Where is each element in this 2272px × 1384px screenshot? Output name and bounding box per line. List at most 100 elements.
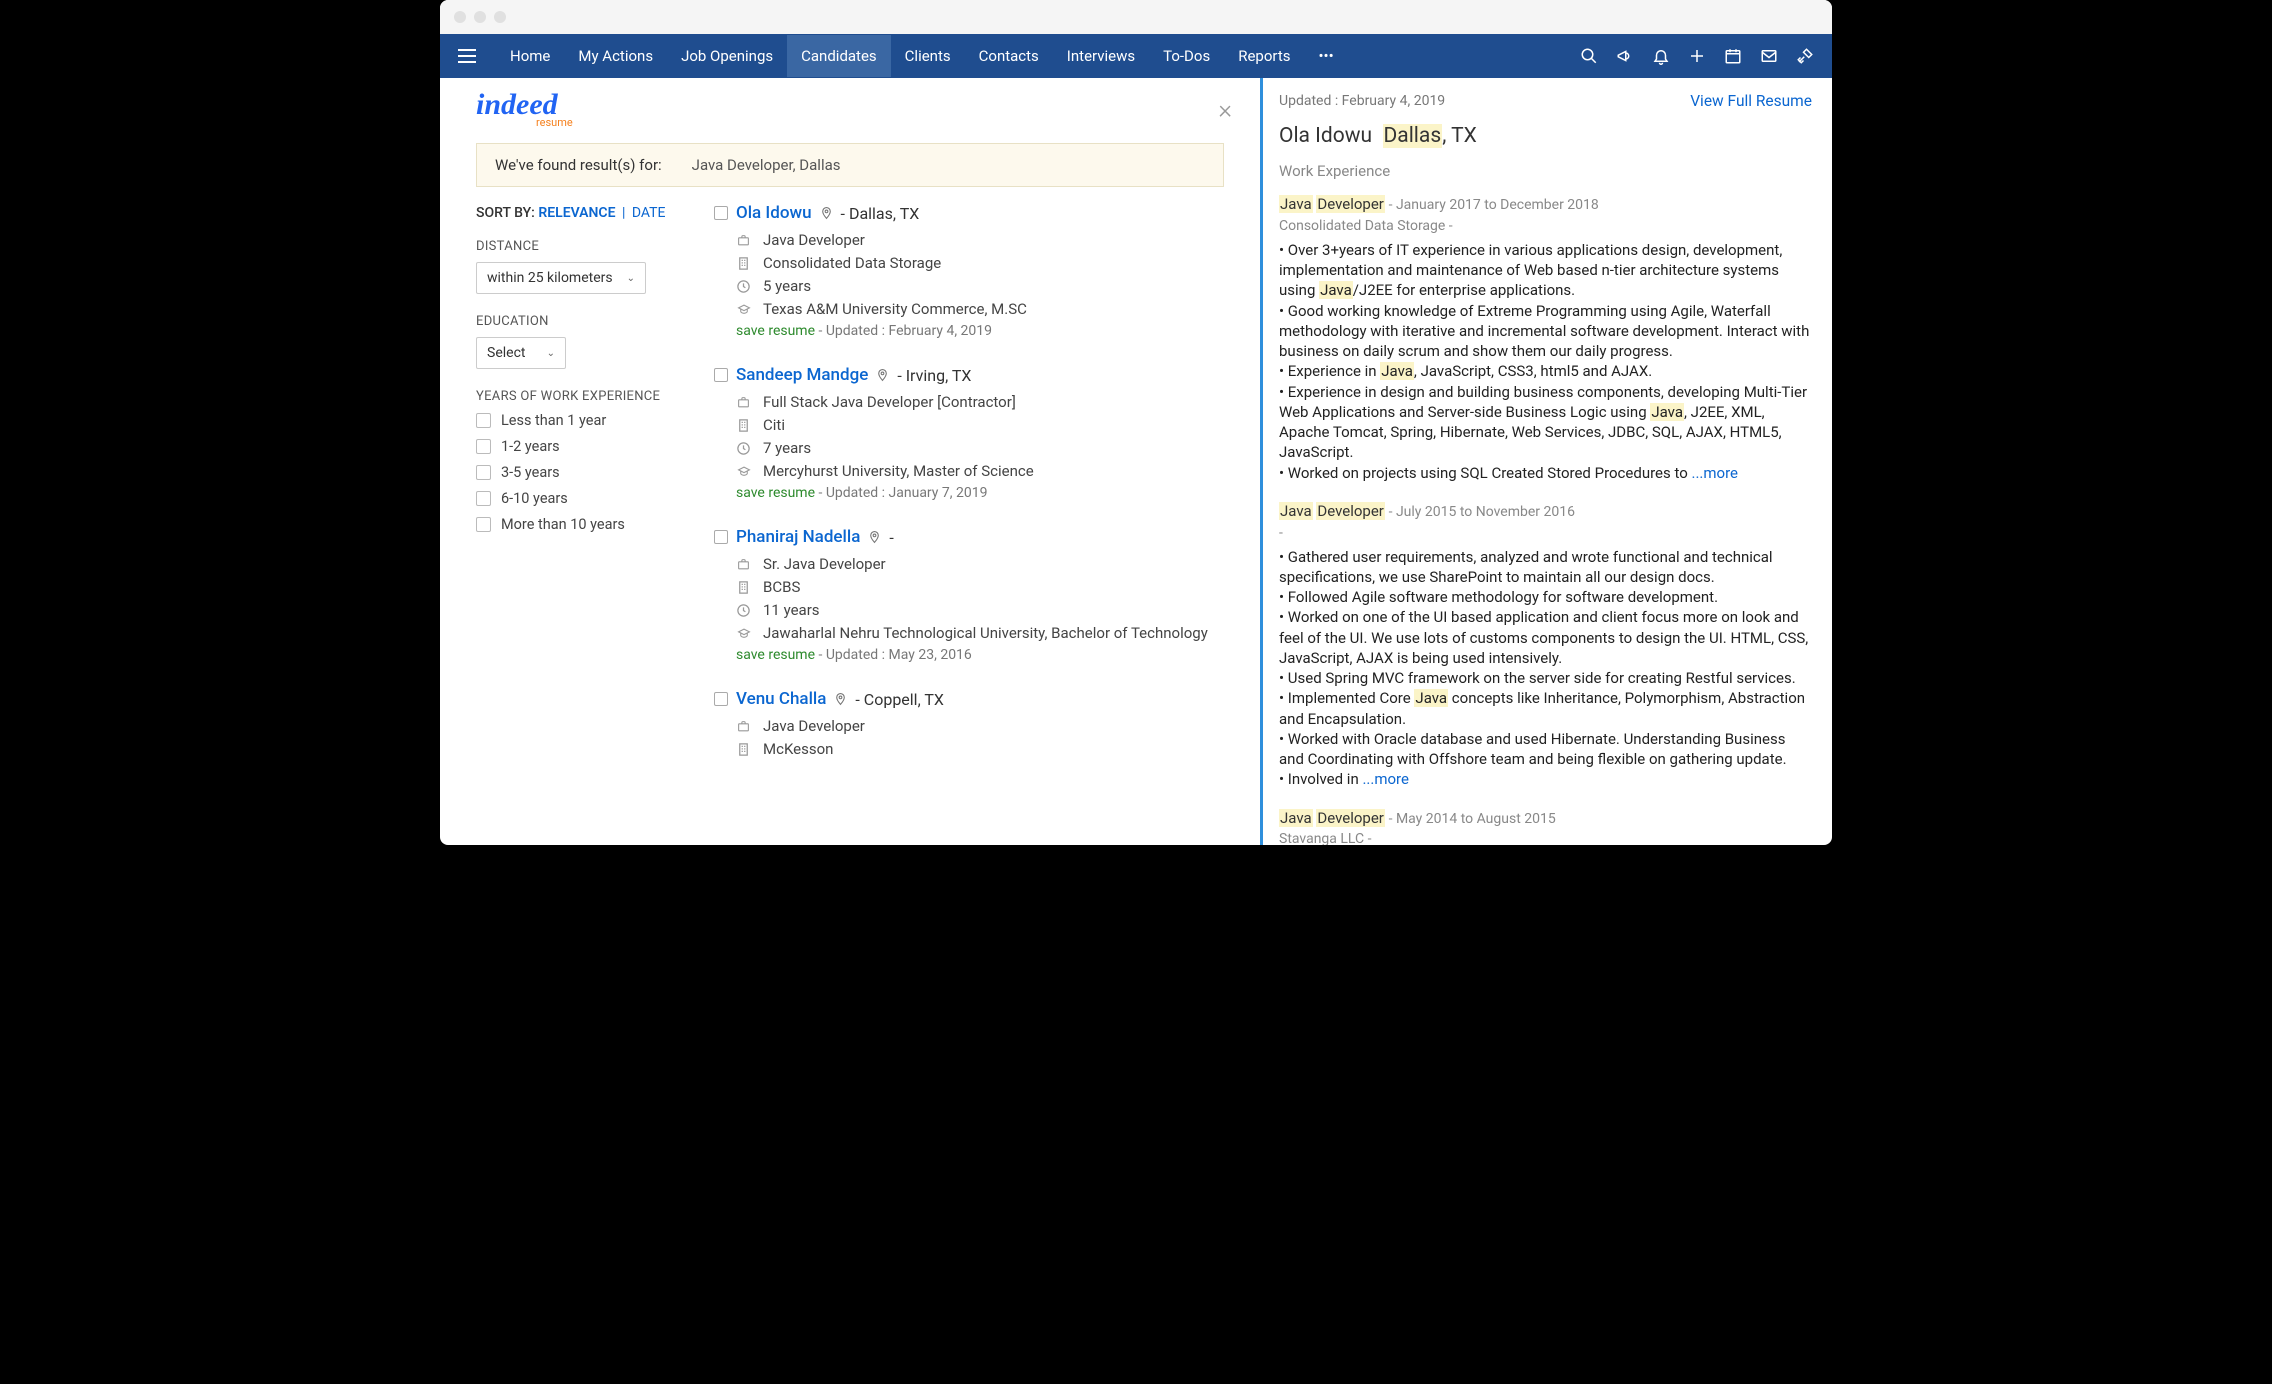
sort-by: SORT BY: RELEVANCE | DATE [476,205,704,221]
graduation-icon [736,465,752,478]
briefcase-icon [736,720,752,733]
result-checkbox[interactable] [714,530,728,544]
filter-distance-head: DISTANCE [476,239,704,254]
result-updated: - Updated : May 23, 2016 [819,647,972,663]
megaphone-icon[interactable] [1616,47,1634,65]
results-found-bar: We've found result(s) for: Java Develope… [476,143,1224,187]
nav-item-contacts[interactable]: Contacts [965,35,1053,77]
mail-icon[interactable] [1760,47,1778,65]
add-icon[interactable] [1688,47,1706,65]
found-query: Java Developer, Dallas [692,156,841,174]
years-option[interactable]: Less than 1 year [476,412,704,429]
result-updated: - Updated : February 4, 2019 [819,323,993,339]
checkbox-icon [476,465,491,480]
building-icon [736,418,752,433]
map-pin-icon [834,691,847,707]
candidate-name-heading: Ola Idowu Dallas, TX [1279,124,1812,148]
result-item: Venu Challa - Coppell, TX Java Developer… [714,689,1240,758]
sort-relevance[interactable]: RELEVANCE [538,205,615,221]
nav-item-clients[interactable]: Clients [891,35,965,77]
briefcase-icon [736,558,752,571]
window-titlebar [440,0,1832,34]
results-list: Ola Idowu - Dallas, TX Java DeveloperCon… [704,199,1260,845]
checkbox-icon [476,491,491,506]
calendar-icon[interactable] [1724,47,1742,65]
nav-more[interactable]: ••• [1304,35,1347,77]
candidate-location: - [889,528,893,547]
clock-icon [736,441,752,456]
filter-education-head: EDUCATION [476,314,704,329]
result-item: Ola Idowu - Dallas, TX Java DeveloperCon… [714,203,1240,339]
result-item: Phaniraj Nadella - Sr. Java DeveloperBCB… [714,527,1240,663]
detail-updated: Updated : February 4, 2019 [1279,93,1445,109]
clock-icon [736,279,752,294]
distance-select[interactable]: within 25 kilometers⌄ [476,262,646,294]
bell-icon[interactable] [1652,47,1670,65]
save-resume-link[interactable]: save resume [736,323,815,339]
candidate-location: - Coppell, TX [855,690,944,709]
sort-date[interactable]: DATE [632,205,666,221]
graduation-icon [736,627,752,640]
years-option[interactable]: 3-5 years [476,464,704,481]
candidate-name-link[interactable]: Ola Idowu [736,203,812,223]
result-checkbox[interactable] [714,206,728,220]
candidate-location: - Irving, TX [897,366,971,385]
tools-icon[interactable] [1796,47,1814,65]
nav-item-my-actions[interactable]: My Actions [564,35,667,77]
map-pin-icon [876,367,889,383]
education-select[interactable]: Select⌄ [476,337,566,369]
nav-item-reports[interactable]: Reports [1224,35,1304,77]
chevron-down-icon: ⌄ [547,348,555,359]
building-icon [736,580,752,595]
years-option[interactable]: 6-10 years [476,490,704,507]
checkbox-icon [476,413,491,428]
traffic-light-max[interactable] [494,11,506,23]
found-label: We've found result(s) for: [495,156,662,174]
years-option[interactable]: 1-2 years [476,438,704,455]
nav-item-home[interactable]: Home [496,35,564,77]
nav-item-job-openings[interactable]: Job Openings [667,35,787,77]
close-icon[interactable]: × [1218,95,1232,125]
map-pin-icon [868,529,881,545]
checkbox-icon [476,439,491,454]
map-pin-icon [820,205,833,221]
experience-block: Java Developer - January 2017 to Decembe… [1279,194,1812,483]
experience-block: Java Developer - May 2014 to August 2015… [1279,808,1812,845]
clock-icon [736,603,752,618]
candidate-location: - Dallas, TX [841,204,920,223]
traffic-light-close[interactable] [454,11,466,23]
main-navbar: HomeMy ActionsJob OpeningsCandidatesClie… [440,34,1832,78]
filter-years-head: YEARS OF WORK EXPERIENCE [476,389,704,404]
save-resume-link[interactable]: save resume [736,647,815,663]
candidate-name-link[interactable]: Venu Challa [736,689,826,709]
years-option[interactable]: More than 10 years [476,516,704,533]
view-full-resume-link[interactable]: View Full Resume [1690,92,1812,110]
result-checkbox[interactable] [714,692,728,706]
nav-item-to-dos[interactable]: To-Dos [1149,35,1224,77]
building-icon [736,256,752,271]
candidate-name-link[interactable]: Sandeep Mandge [736,365,868,385]
more-link[interactable]: ...more [1362,770,1408,788]
save-resume-link[interactable]: save resume [736,485,815,501]
traffic-light-min[interactable] [474,11,486,23]
hamburger-icon[interactable] [458,49,476,63]
briefcase-icon [736,396,752,409]
resume-detail-panel: Updated : February 4, 2019 View Full Res… [1260,78,1832,845]
work-experience-heading: Work Experience [1279,162,1812,180]
search-icon[interactable] [1580,47,1598,65]
indeed-logo: indeed resume [476,90,573,129]
nav-item-candidates[interactable]: Candidates [787,35,891,77]
nav-item-interviews[interactable]: Interviews [1053,35,1149,77]
panel-arrow [1260,306,1263,324]
result-checkbox[interactable] [714,368,728,382]
building-icon [736,742,752,757]
result-updated: - Updated : January 7, 2019 [819,485,988,501]
result-item: Sandeep Mandge - Irving, TX Full Stack J… [714,365,1240,501]
candidate-name-link[interactable]: Phaniraj Nadella [736,527,860,547]
chevron-down-icon: ⌄ [627,273,635,284]
checkbox-icon [476,517,491,532]
more-link[interactable]: ...more [1692,464,1738,482]
graduation-icon [736,303,752,316]
briefcase-icon [736,234,752,247]
experience-block: Java Developer - July 2015 to November 2… [1279,501,1812,790]
